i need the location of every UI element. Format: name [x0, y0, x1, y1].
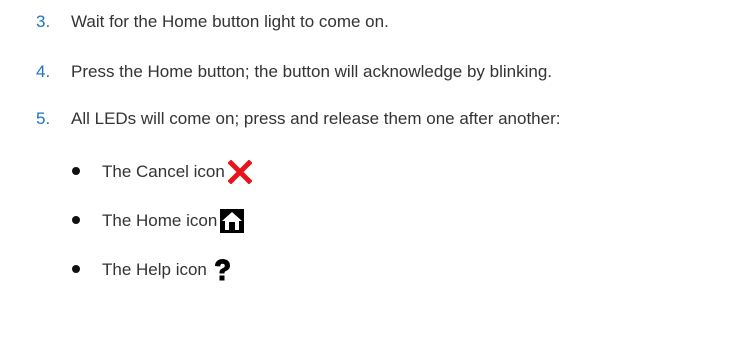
step-number: 3.: [36, 12, 51, 31]
step-number: 4.: [36, 62, 51, 81]
help-icon: [210, 258, 234, 282]
step-text: Press the Home button; the button will a…: [71, 62, 552, 81]
home-icon: [220, 209, 245, 233]
step-text: All LEDs will come on; press and release…: [71, 109, 561, 128]
cancel-icon: [227, 160, 252, 184]
step-number: 5.: [36, 109, 51, 128]
bullet-label: The Help icon: [102, 260, 207, 279]
bullet-dot: [72, 167, 80, 175]
bullet-label: The Cancel icon: [102, 162, 225, 181]
bullet-dot: [72, 265, 80, 273]
step-text: Wait for the Home button light to come o…: [71, 12, 389, 31]
bullet-label: The Home icon: [102, 211, 218, 230]
bullet-dot: [72, 216, 80, 224]
